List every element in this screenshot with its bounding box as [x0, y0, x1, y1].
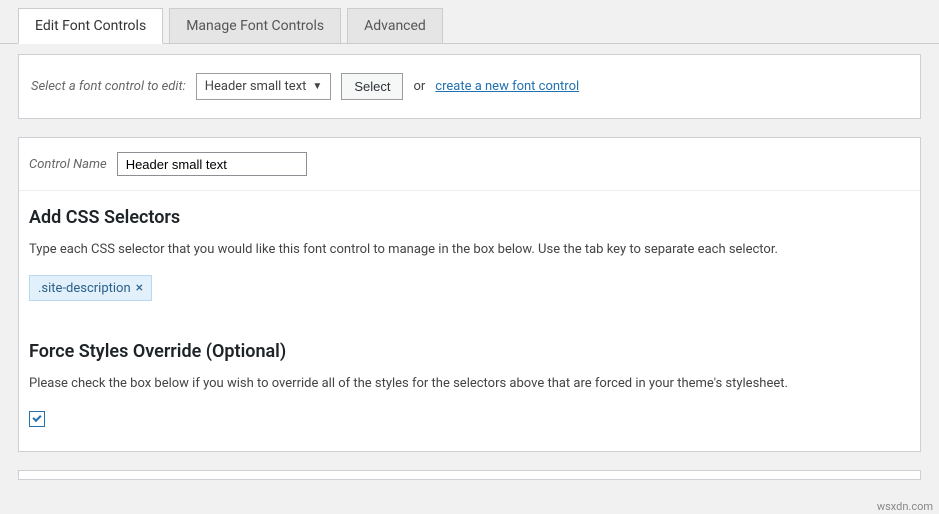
- create-new-font-control-link[interactable]: create a new font control: [435, 79, 579, 94]
- tabs-bar: Edit Font Controls Manage Font Controls …: [0, 0, 939, 44]
- tab-advanced[interactable]: Advanced: [347, 8, 443, 43]
- force-override-checkbox[interactable]: [29, 411, 45, 427]
- caret-icon: ▼: [312, 81, 322, 92]
- selector-tags-input[interactable]: .site-description ×: [29, 275, 910, 301]
- select-control-row: Select a font control to edit: Header sm…: [19, 55, 920, 118]
- or-text: or: [413, 79, 425, 94]
- css-selectors-desc: Type each CSS selector that you would li…: [29, 242, 910, 257]
- content-panel: Control Name Add CSS Selectors Type each…: [18, 137, 921, 452]
- css-selectors-section: Add CSS Selectors Type each CSS selector…: [19, 191, 920, 325]
- control-name-row: Control Name: [19, 138, 920, 191]
- force-override-desc: Please check the box below if you wish t…: [29, 376, 910, 391]
- force-override-title: Force Styles Override (Optional): [29, 341, 910, 362]
- tag-text: .site-description: [38, 281, 131, 296]
- control-name-input[interactable]: [117, 152, 307, 176]
- remove-tag-icon[interactable]: ×: [136, 280, 143, 296]
- tab-edit-font-controls[interactable]: Edit Font Controls: [18, 8, 163, 44]
- select-control-panel: Select a font control to edit: Header sm…: [18, 54, 921, 119]
- font-control-select[interactable]: Header small text ▼: [196, 73, 332, 100]
- control-name-label: Control Name: [29, 157, 107, 172]
- tab-manage-font-controls[interactable]: Manage Font Controls: [169, 8, 341, 43]
- check-icon: [32, 413, 41, 422]
- select-control-label: Select a font control to edit:: [31, 79, 186, 94]
- selected-option: Header small text: [205, 79, 307, 94]
- watermark: wsxdn.com: [877, 500, 933, 513]
- css-selectors-title: Add CSS Selectors: [29, 207, 910, 228]
- select-button[interactable]: Select: [341, 73, 403, 100]
- force-override-section: Force Styles Override (Optional) Please …: [19, 325, 920, 451]
- footer-panel: [18, 470, 921, 480]
- selector-tag: .site-description ×: [29, 275, 152, 301]
